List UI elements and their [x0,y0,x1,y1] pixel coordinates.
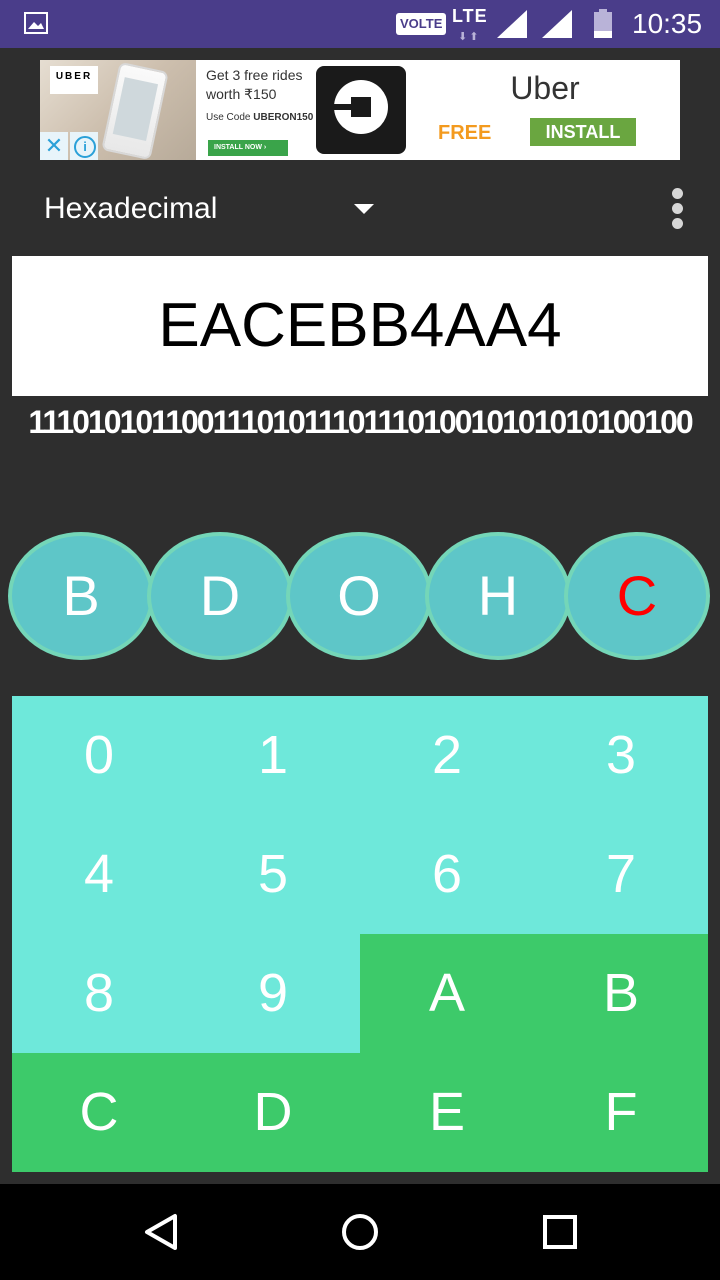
ad-price: FREE [438,122,492,144]
ad-copy: Get 3 free rides worth ₹150 Use Code UBE… [206,66,316,123]
data-activity-icon: ⬇⬆ [458,31,481,43]
ad-app-name: Uber [510,70,580,106]
number-system-dropdown[interactable]: Hexadecimal [44,188,380,232]
gallery-icon [24,12,48,34]
clear-button[interactable]: C [568,536,706,656]
ad-install-button[interactable]: INSTALL [530,118,636,146]
hex-mode-button[interactable]: H [429,536,567,656]
key-6[interactable]: 6 [360,815,534,934]
phone-illustration [101,61,169,160]
volte-badge: VOLTE [396,13,447,35]
ad-banner[interactable]: UBER ✕ i Get 3 free rides worth ₹150 Use… [40,60,680,160]
dropdown-selected-value: Hexadecimal [44,192,218,225]
key-2[interactable]: 2 [360,696,534,815]
navigation-bar [0,1184,720,1280]
key-3[interactable]: 3 [534,696,708,815]
recent-apps-icon[interactable] [542,1212,578,1252]
ad-brand-logo: UBER [50,66,98,94]
binary-output: 1110101011001110101110111010010101010100… [28,404,693,440]
key-0[interactable]: 0 [12,696,186,815]
decimal-mode-button[interactable]: D [151,536,289,656]
ad-close-icon[interactable]: ✕ [40,132,68,160]
more-options-icon[interactable] [666,186,690,232]
signal-icon [497,10,527,38]
key-f[interactable]: F [534,1053,708,1172]
key-4[interactable]: 4 [12,815,186,934]
home-icon[interactable] [340,1212,380,1252]
ad-headline: Get 3 free rides [206,67,303,83]
input-display: EACEBB4AA4 [12,256,708,396]
key-7[interactable]: 7 [534,815,708,934]
ad-install-now-button[interactable]: INSTALL NOW › [208,140,288,156]
signal-icon [542,10,572,38]
key-1[interactable]: 1 [186,696,360,815]
binary-mode-button[interactable]: B [12,536,150,656]
key-e[interactable]: E [360,1053,534,1172]
lte-indicator: LTE ⬇⬆ [452,6,490,43]
key-b[interactable]: B [534,934,708,1053]
octal-mode-button[interactable]: O [290,536,428,656]
key-8[interactable]: 8 [12,934,186,1053]
ad-offer: worth ₹150 [206,86,277,102]
info-icon: i [74,136,96,158]
caret-down-icon [354,204,374,214]
back-icon[interactable] [142,1212,180,1252]
network-type: LTE [452,6,488,26]
battery-icon [594,9,612,38]
ad-promo-code: Use Code UBERON150 [206,112,314,123]
key-9[interactable]: 9 [186,934,360,1053]
status-bar: VOLTE LTE ⬇⬆ 10:35 [0,0,720,48]
keypad: 0 1 2 3 4 5 6 7 8 9 A B C D E F [12,696,708,1172]
key-c[interactable]: C [12,1053,186,1172]
clock: 10:35 [632,8,703,39]
key-5[interactable]: 5 [186,815,360,934]
key-d[interactable]: D [186,1053,360,1172]
uber-app-icon [316,66,406,154]
key-a[interactable]: A [360,934,534,1053]
ad-info-button[interactable]: i [70,132,98,160]
